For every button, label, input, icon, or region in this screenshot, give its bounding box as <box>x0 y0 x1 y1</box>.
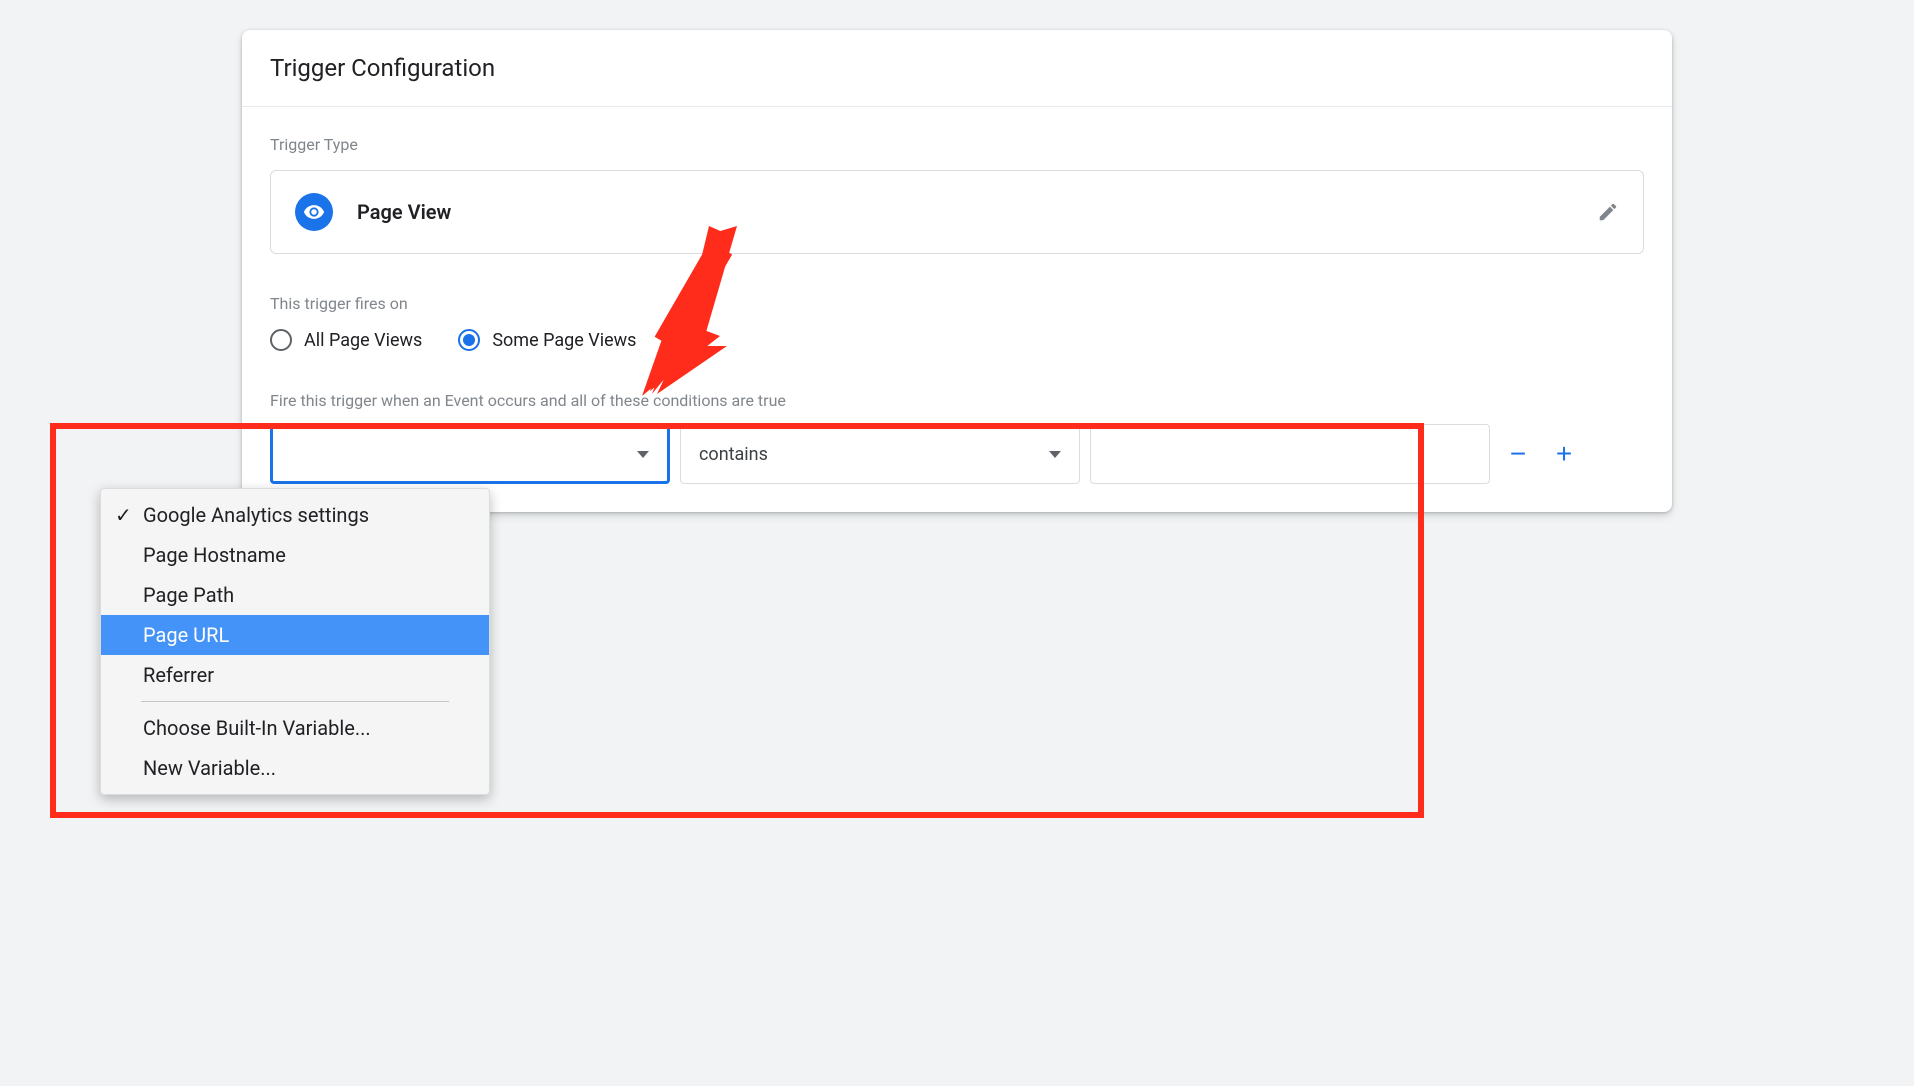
dropdown-item-page-path[interactable]: Page Path <box>101 575 489 615</box>
edit-icon[interactable] <box>1597 201 1619 223</box>
operator-select-value: contains <box>699 444 768 465</box>
trigger-type-value: Page View <box>357 200 451 224</box>
check-icon: ✓ <box>115 503 132 527</box>
radio-button <box>270 329 292 351</box>
card-title: Trigger Configuration <box>270 54 1644 82</box>
trigger-type-left: Page View <box>295 193 451 231</box>
trigger-config-card: Trigger Configuration Trigger Type Page … <box>242 30 1672 512</box>
condition-value-input[interactable] <box>1090 424 1490 484</box>
radio-label: All Page Views <box>304 330 422 351</box>
variable-select[interactable] <box>270 424 670 484</box>
dropdown-item-google-analytics-settings[interactable]: ✓ Google Analytics settings <box>101 495 489 535</box>
radio-label: Some Page Views <box>492 330 636 351</box>
trigger-type-box[interactable]: Page View <box>270 170 1644 254</box>
dropdown-item-page-url[interactable]: Page URL <box>101 615 489 655</box>
dropdown-item-referrer[interactable]: Referrer <box>101 655 489 695</box>
fires-on-label: This trigger fires on <box>270 294 1644 313</box>
chevron-down-icon <box>637 451 649 458</box>
card-body: Trigger Type Page View This trigger fire… <box>242 107 1672 512</box>
annotation-arrow <box>632 226 762 396</box>
radio-button <box>458 329 480 351</box>
fires-on-radio-group: All Page Views Some Page Views <box>270 329 1644 351</box>
chevron-down-icon <box>1049 451 1061 458</box>
dropdown-item-page-hostname[interactable]: Page Hostname <box>101 535 489 575</box>
add-condition-button[interactable]: + <box>1546 436 1582 472</box>
condition-label: Fire this trigger when an Event occurs a… <box>270 391 1644 410</box>
variable-dropdown-menu: ✓ Google Analytics settings Page Hostnam… <box>100 488 490 795</box>
page-view-icon <box>295 193 333 231</box>
condition-row: contains − + <box>270 424 1644 484</box>
trigger-type-label: Trigger Type <box>270 135 1644 154</box>
radio-all-page-views[interactable]: All Page Views <box>270 329 422 351</box>
card-header: Trigger Configuration <box>242 30 1672 107</box>
radio-some-page-views[interactable]: Some Page Views <box>458 329 636 351</box>
dropdown-divider <box>141 701 449 702</box>
dropdown-item-choose-builtin-variable[interactable]: Choose Built-In Variable... <box>101 708 489 748</box>
dropdown-item-new-variable[interactable]: New Variable... <box>101 748 489 788</box>
operator-select[interactable]: contains <box>680 424 1080 484</box>
remove-condition-button[interactable]: − <box>1500 436 1536 472</box>
